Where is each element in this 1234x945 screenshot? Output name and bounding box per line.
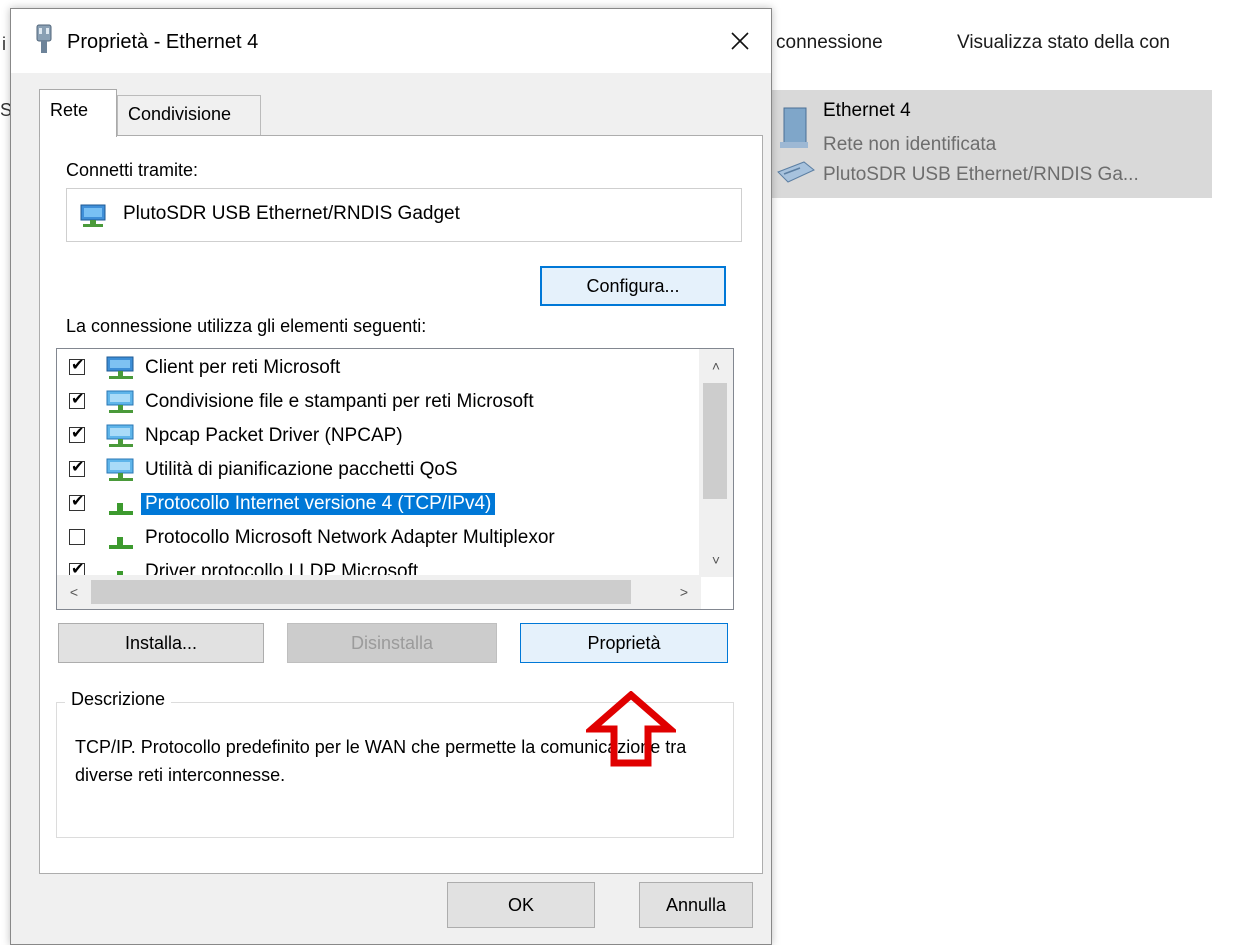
network-service-icon xyxy=(106,424,134,447)
network-adapter-icon xyxy=(777,107,815,183)
scroll-up-arrow[interactable]: ˄ xyxy=(699,349,733,383)
protocol-icon xyxy=(109,503,133,515)
configure-button[interactable]: Configura... xyxy=(540,266,726,306)
list-item-selected[interactable]: ✔ Protocollo Internet versione 4 (TCP/IP… xyxy=(57,487,701,521)
close-button[interactable] xyxy=(709,9,771,73)
item-label: Utilità di pianificazione pacchetti QoS xyxy=(145,459,458,480)
network-plug-icon xyxy=(36,24,52,53)
item-checkbox[interactable]: ✔ xyxy=(69,357,85,375)
item-label: Condivisione file e stampanti per reti M… xyxy=(145,391,534,412)
command-connection[interactable]: connessione xyxy=(776,32,883,54)
background-text-fragment: i xyxy=(2,34,6,54)
item-label: Npcap Packet Driver (NPCAP) xyxy=(145,425,403,446)
item-checkbox[interactable]: ✔ xyxy=(69,493,85,511)
list-item[interactable]: ✔ Utilità di pianificazione pacchetti Qo… xyxy=(57,453,701,487)
network-adapter-icon xyxy=(80,204,106,227)
adapter-field: PlutoSDR USB Ethernet/RNDIS Gadget xyxy=(66,188,742,242)
item-label: Protocollo Internet versione 4 (TCP/IPv4… xyxy=(139,492,497,516)
item-checkbox[interactable]: ✔ xyxy=(69,391,85,409)
item-label: Protocollo Microsoft Network Adapter Mul… xyxy=(145,527,555,548)
item-checkbox[interactable]: ✔ xyxy=(69,459,85,477)
tab-sharing[interactable]: Condivisione xyxy=(117,95,261,135)
list-item[interactable]: ✔ Npcap Packet Driver (NPCAP) xyxy=(57,419,701,453)
connect-using-label: Connetti tramite: xyxy=(66,160,199,180)
cancel-button[interactable]: Annulla xyxy=(639,882,753,928)
install-button[interactable]: Installa... xyxy=(58,623,264,663)
scroll-thumb[interactable] xyxy=(703,383,727,499)
list-item[interactable]: ✔ Condivisione file e stampanti per reti… xyxy=(57,385,701,419)
dialog-title: Proprietà - Ethernet 4 xyxy=(67,31,259,53)
item-label: Client per reti Microsoft xyxy=(145,357,341,378)
close-icon xyxy=(731,32,749,50)
description-title: Descrizione xyxy=(65,689,172,710)
annotation-arrow-up-icon xyxy=(586,691,676,767)
properties-dialog: Proprietà - Ethernet 4 Rete Condivisione… xyxy=(10,8,772,945)
adapter-field-text: PlutoSDR USB Ethernet/RNDIS Gadget xyxy=(123,203,460,224)
adapter-device: PlutoSDR USB Ethernet/RNDIS Ga... xyxy=(823,164,1139,185)
list-item[interactable]: ✔ Client per reti Microsoft xyxy=(57,351,701,385)
network-adapter-card[interactable]: Ethernet 4 Rete non identificata PlutoSD… xyxy=(770,90,1212,198)
command-view-status[interactable]: Visualizza stato della con xyxy=(957,32,1170,54)
list-item[interactable]: Protocollo Microsoft Network Adapter Mul… xyxy=(57,521,701,555)
items-label: La connessione utilizza gli elementi seg… xyxy=(66,316,427,336)
network-client-icon xyxy=(106,356,134,379)
item-checkbox[interactable]: ✔ xyxy=(69,425,85,443)
components-list[interactable]: ✔ Client per reti Microsoft ✔ Condivisio… xyxy=(56,348,734,610)
properties-button[interactable]: Proprietà xyxy=(520,623,728,663)
scroll-right-arrow[interactable]: > xyxy=(667,575,701,609)
ok-button[interactable]: OK xyxy=(447,882,595,928)
protocol-icon xyxy=(109,537,133,549)
scroll-down-arrow[interactable]: ˅ xyxy=(699,543,733,577)
scroll-thumb[interactable] xyxy=(91,580,631,604)
tab-network[interactable]: Rete xyxy=(39,89,117,137)
horizontal-scrollbar[interactable]: < > xyxy=(57,575,701,609)
vertical-scrollbar[interactable]: ˄ ˅ xyxy=(699,349,733,577)
adapter-name: Ethernet 4 xyxy=(823,100,911,121)
uninstall-button[interactable]: Disinstalla xyxy=(287,623,497,663)
item-checkbox[interactable] xyxy=(69,529,85,545)
dialog-titlebar[interactable]: Proprietà - Ethernet 4 xyxy=(11,9,771,73)
adapter-status: Rete non identificata xyxy=(823,134,997,155)
network-service-icon xyxy=(106,390,134,413)
network-service-icon xyxy=(106,458,134,481)
scroll-left-arrow[interactable]: < xyxy=(57,575,91,609)
